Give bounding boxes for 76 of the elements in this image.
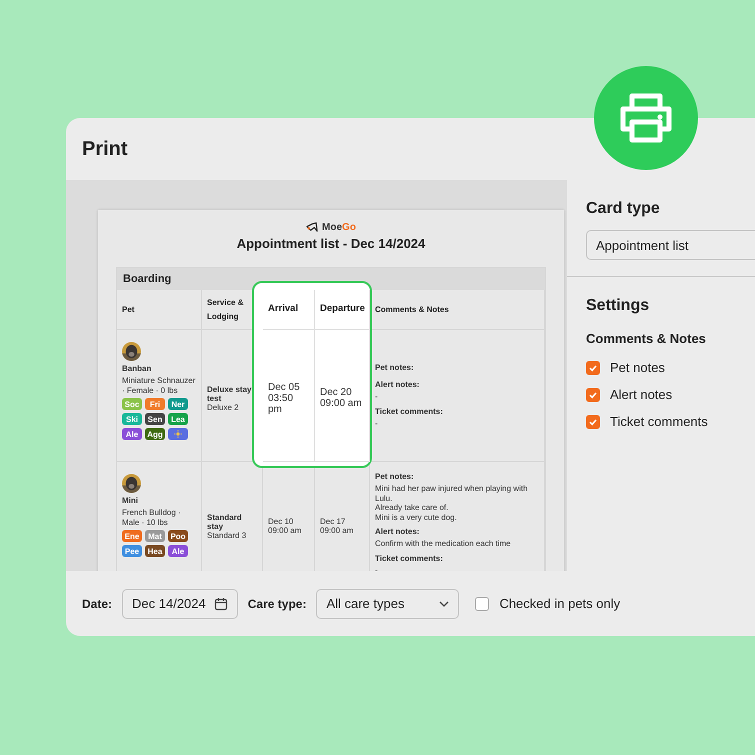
chevron-down-icon <box>439 600 450 606</box>
column-header: Departure <box>320 302 365 316</box>
column-header: Pet <box>122 304 134 316</box>
service-name: Deluxe stay test <box>207 384 252 402</box>
tag: Ene <box>122 530 142 542</box>
departure-time: 09:00 am <box>320 526 354 536</box>
arrival-time: 09:00 am <box>268 526 302 536</box>
note-text: Confirm with the medication each time <box>375 539 512 549</box>
note-text: Mini had her paw injured when playing with Lulu. <box>375 484 529 504</box>
tag: Pee <box>122 545 142 558</box>
group-title: Comments & Notes <box>586 331 707 346</box>
service-name: Standard stay <box>207 512 243 531</box>
column-header: Arrival <box>268 302 298 316</box>
note-label: Ticket comments: <box>375 554 444 563</box>
departure-time: 09:00 am <box>320 398 363 409</box>
dialog-title: Print <box>82 138 128 160</box>
column-header: Service & Lodging <box>207 296 244 323</box>
note-text: - <box>375 566 379 571</box>
tag: Ale <box>168 545 188 558</box>
departure-date: Dec 20 <box>320 387 353 398</box>
date-label: Date: <box>82 596 112 610</box>
settings-title: Settings <box>586 297 650 315</box>
note-label: Pet notes: <box>375 472 415 481</box>
note-text: Mini is a very cute dog. <box>375 512 458 522</box>
lodging-name: Standard 3 <box>207 530 248 540</box>
pet-details: French Bulldog · Male · 10 lbs <box>122 508 182 528</box>
option-label: Pet notes <box>610 360 665 375</box>
checkbox[interactable] <box>586 414 600 428</box>
pet-details: Miniature Schnauzer · Female · 0 lbs <box>122 376 196 396</box>
printer-icon <box>618 93 674 143</box>
checkmark-icon <box>588 362 598 372</box>
checkmark-icon <box>588 416 598 426</box>
note-label: Pet notes: <box>375 362 415 372</box>
tag: Hea <box>145 545 165 558</box>
tag: Mat <box>145 530 165 542</box>
note-label: Alert notes: <box>375 380 420 389</box>
care-type-label: Care type: <box>248 596 306 610</box>
logo-text: MoeGo <box>322 222 356 233</box>
tag: Fri <box>145 398 165 410</box>
dog-logo-icon <box>306 222 320 233</box>
date-field[interactable]: Dec 14/2024 <box>122 588 238 618</box>
tag: Sen <box>145 413 165 426</box>
note-label: Ticket comments: <box>375 406 444 416</box>
arrival-date: Dec 10 <box>268 517 294 526</box>
note-label: Alert notes: <box>375 527 420 536</box>
checkbox[interactable] <box>586 360 600 374</box>
tag: Ski <box>122 413 142 426</box>
option-label: Alert notes <box>610 387 672 402</box>
arrival-date: Dec 05 <box>268 382 301 392</box>
tag: Lea <box>168 413 188 426</box>
tag: Ale <box>122 428 142 440</box>
tag: Ner <box>168 398 188 410</box>
care-type-select[interactable]: All care types <box>316 588 460 618</box>
checkbox[interactable] <box>475 596 490 610</box>
note-text: - <box>375 418 379 428</box>
section-title: Boarding <box>123 273 172 285</box>
option-label: Checked in pets only <box>499 596 620 611</box>
checkbox[interactable] <box>586 388 600 402</box>
sun-icon <box>174 430 182 438</box>
lodging-name: Deluxe 2 <box>207 402 240 412</box>
document-title: Appointment list - Dec 14/2024 <box>236 236 426 251</box>
note-text: Already take care of. <box>375 503 450 513</box>
calendar-icon <box>214 596 228 610</box>
column-header: Comments & Notes <box>375 304 449 316</box>
tag: Poo <box>168 530 188 542</box>
note-text: - <box>375 392 379 402</box>
card-type-select[interactable]: Appointment list <box>586 230 755 260</box>
tag: Soc <box>122 398 142 410</box>
card-type-label: Card type <box>586 200 661 218</box>
pet-name: Banban <box>122 364 152 373</box>
departure-date: Dec 17 <box>320 517 346 526</box>
tag: Agg <box>145 428 165 440</box>
option-label: Ticket comments <box>610 414 708 429</box>
checkmark-icon <box>588 390 598 400</box>
arrival-time: 03:50 pm <box>268 392 294 414</box>
pet-name: Mini <box>122 496 139 505</box>
